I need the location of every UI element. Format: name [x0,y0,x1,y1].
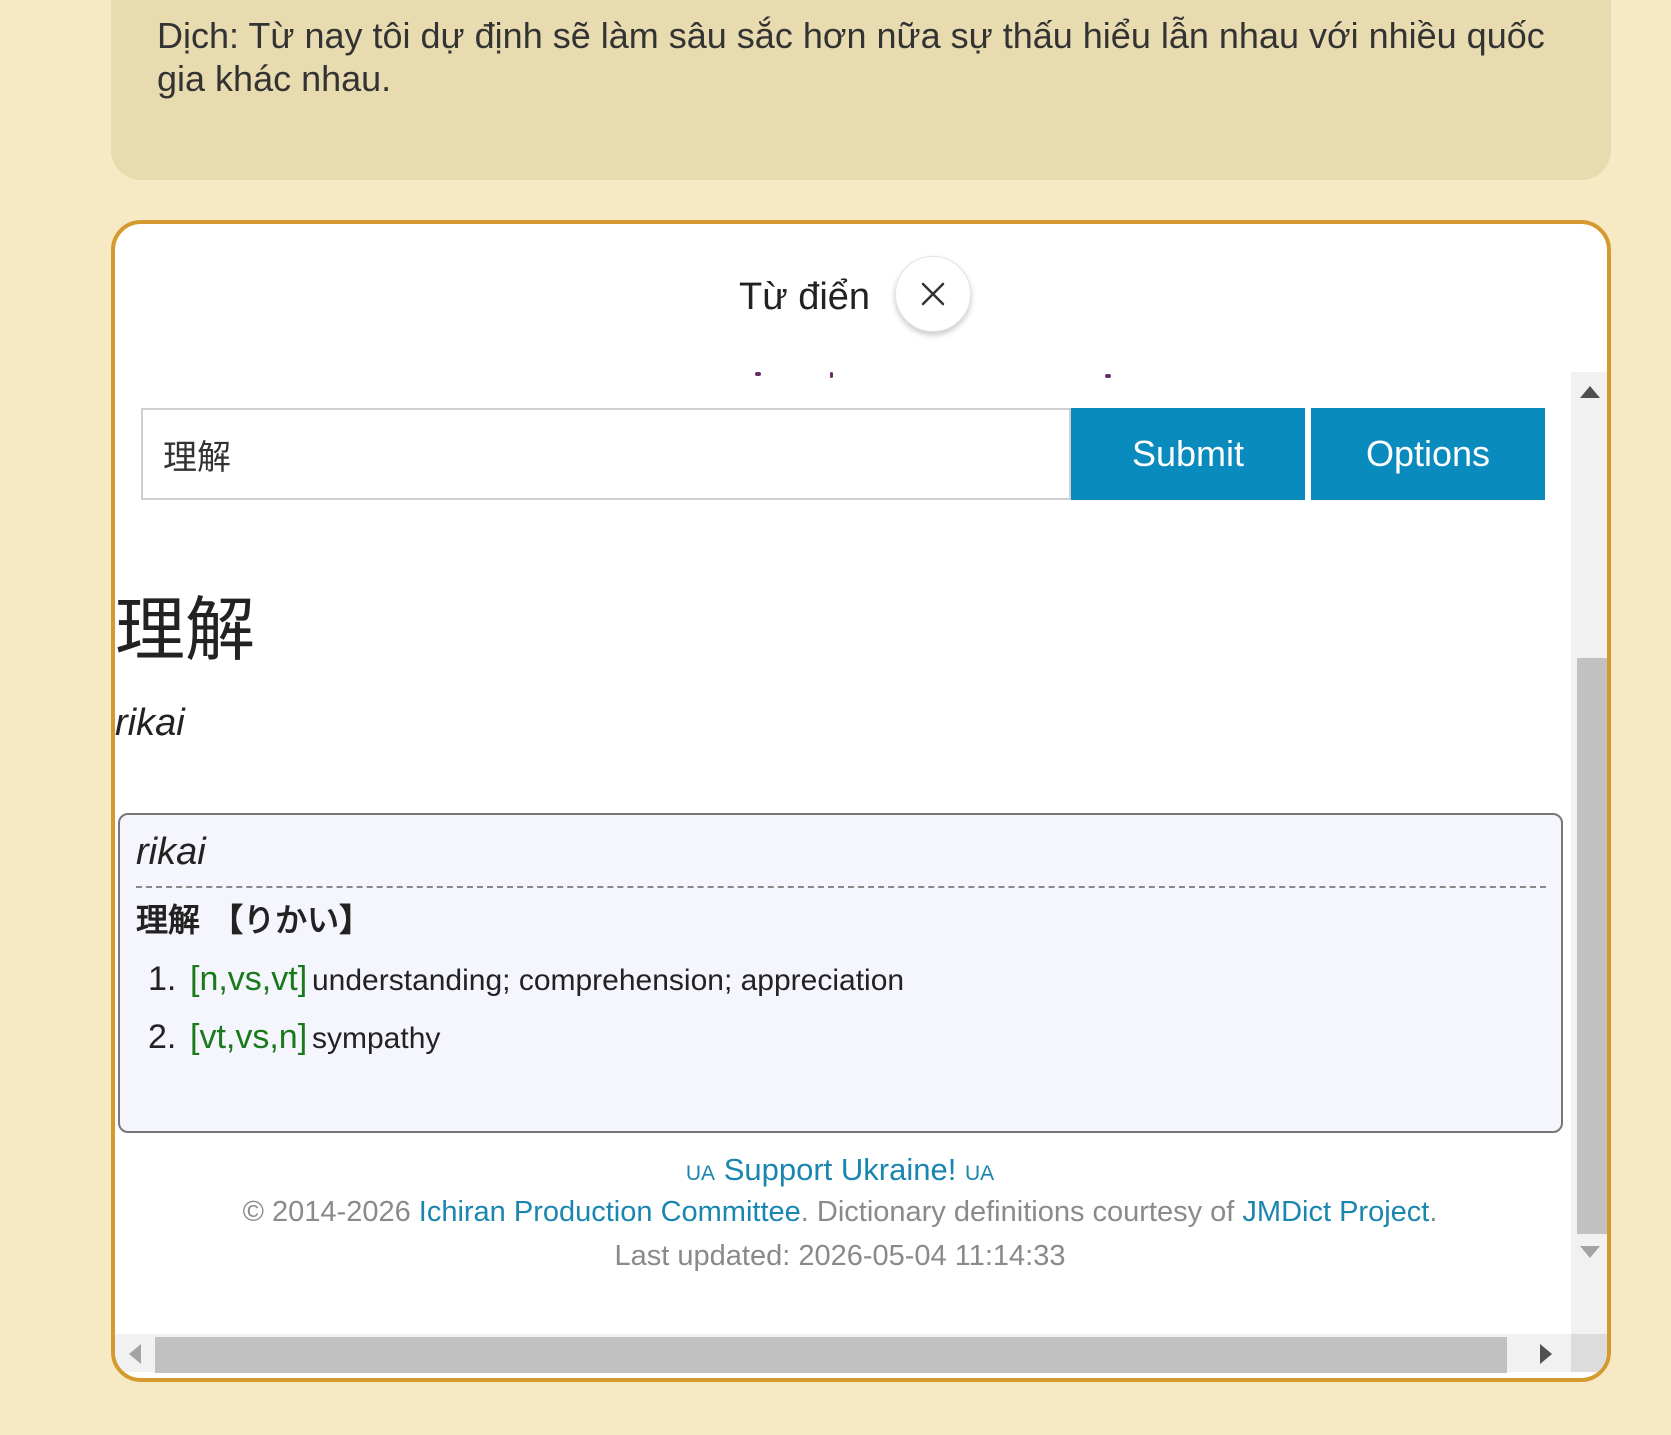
entry-romaji: rikai [136,831,206,873]
vertical-scrollbar[interactable] [1571,372,1607,1334]
search-row: Submit Options [141,408,1551,500]
copyright-prefix: © 2014-2026 [242,1196,411,1228]
submit-button[interactable]: Submit [1071,408,1305,500]
ua-flag-right: UA [964,1162,995,1185]
horizontal-scroll-thumb[interactable] [155,1337,1507,1373]
support-line: UA Support Ukraine! UA [115,1152,1565,1196]
courtesy-text: . Dictionary definitions courtesy of [800,1196,1235,1228]
sense-gloss: sympathy [312,1022,441,1055]
translation-card: Dịch: Từ nay tôi dự định sẽ làm sâu sắc … [111,0,1611,180]
ua-flag-left: UA [685,1162,716,1185]
dictionary-frame[interactable]: Submit Options 理解 rikai rikai 理解 【りかい】 1… [115,372,1607,1378]
sense-number: 1. [148,960,177,998]
sense-gloss: understanding; comprehension; appreciati… [312,964,905,997]
dictionary-content: Submit Options 理解 rikai rikai 理解 【りかい】 1… [115,372,1565,1332]
scroll-down-arrow-icon[interactable] [1580,1246,1600,1258]
committee-link[interactable]: Ichiran Production Committee [419,1196,801,1228]
search-input[interactable] [141,408,1071,500]
footer: UA Support Ukraine! UA © 2014-2026 Ichir… [115,1152,1565,1284]
sense-number: 2. [148,1018,177,1056]
modal-header: Từ điển [115,224,1607,364]
scroll-left-arrow-icon[interactable] [129,1344,141,1364]
close-button[interactable] [895,256,971,332]
close-x-icon [921,282,945,306]
copyright-line: © 2014-2026 Ichiran Production Committee… [115,1196,1565,1240]
horizontal-scrollbar[interactable] [115,1334,1571,1373]
sense-pos-tag: [n,vs,vt] [190,960,308,998]
headword-romaji: rikai [115,702,185,744]
dictionary-entry: rikai 理解 【りかい】 1. [n,vs,vt] understandin… [118,813,1563,1133]
headword: 理解 [115,589,255,671]
modal-title: Từ điển [739,276,871,318]
scroll-up-arrow-icon[interactable] [1580,386,1600,398]
entry-divider [136,886,1546,888]
scrollbar-corner [1571,1334,1607,1372]
last-updated: Last updated: 2026-05-04 11:14:33 [614,1240,1066,1272]
period-text: . [1429,1196,1438,1228]
entry-reading: 理解 【りかい】 [136,901,372,939]
sense-pos-tag: [vt,vs,n] [190,1018,308,1056]
jmdict-link[interactable]: JMDict Project [1242,1196,1429,1228]
scroll-right-arrow-icon[interactable] [1540,1344,1552,1364]
options-button[interactable]: Options [1311,408,1545,500]
clipped-link-remnant [675,372,1111,378]
support-ukraine-link[interactable]: Support Ukraine! [724,1152,957,1187]
translation-text: Dịch: Từ nay tôi dự định sẽ làm sâu sắc … [157,15,1545,99]
vertical-scroll-thumb[interactable] [1577,658,1607,1234]
dictionary-modal: Từ điển Submit Options 理解 rikai rika [111,220,1611,1382]
